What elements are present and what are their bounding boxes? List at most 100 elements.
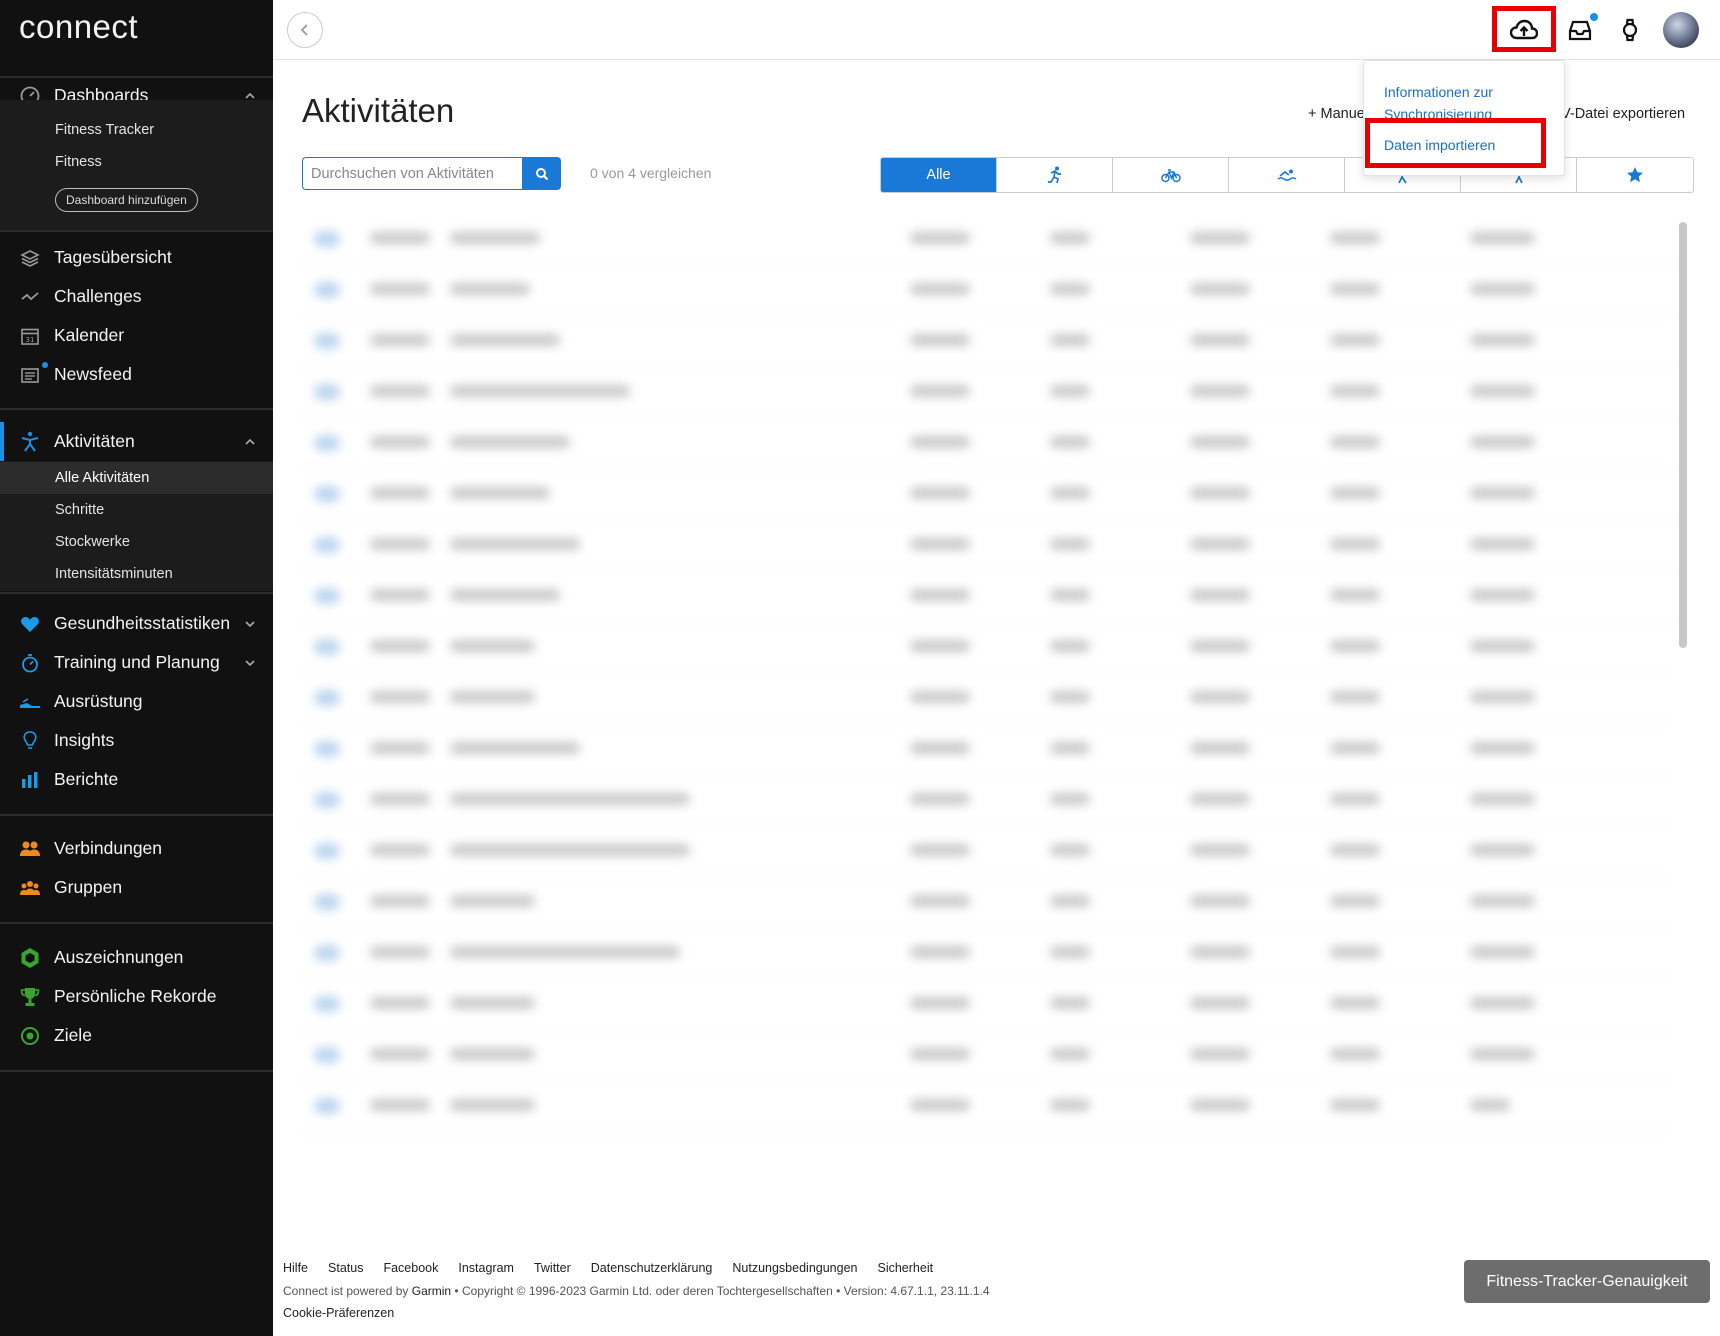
table-row[interactable] bbox=[300, 877, 1670, 928]
search-button[interactable] bbox=[522, 157, 561, 190]
nav-auszeichnungen[interactable]: Auszeichnungen bbox=[0, 938, 273, 977]
avatar[interactable] bbox=[1663, 12, 1699, 48]
nav-label: Insights bbox=[54, 730, 115, 750]
table-row[interactable] bbox=[300, 775, 1670, 826]
divider bbox=[0, 408, 273, 410]
nav-tagesuebersicht[interactable]: Tagesübersicht bbox=[0, 238, 273, 277]
footer-link-twitter[interactable]: Twitter bbox=[534, 1261, 571, 1275]
sub-item-fitness-tracker[interactable]: Fitness Tracker bbox=[0, 114, 273, 146]
filter-running-button[interactable] bbox=[997, 158, 1113, 192]
nav-verbindungen[interactable]: Verbindungen bbox=[0, 829, 273, 868]
divider bbox=[0, 230, 273, 232]
sub-item-alle-aktivitaeten[interactable]: Alle Aktivitäten bbox=[0, 462, 273, 494]
sidebar: connect Dashboards Fitness Tracker Fitne… bbox=[0, 0, 273, 1336]
heart-icon bbox=[19, 613, 41, 635]
table-row[interactable] bbox=[300, 418, 1670, 469]
footer-links: Hilfe Status Facebook Instagram Twitter … bbox=[283, 1261, 933, 1275]
nav-berichte[interactable]: Berichte bbox=[0, 760, 273, 799]
nav-insights[interactable]: Insights bbox=[0, 721, 273, 760]
nav-label: Persönliche Rekorde bbox=[54, 986, 217, 1006]
nav-label: Aktivitäten bbox=[54, 431, 135, 451]
filter-favorites-button[interactable] bbox=[1577, 158, 1693, 192]
table-row[interactable] bbox=[300, 979, 1670, 1030]
table-row[interactable] bbox=[300, 316, 1670, 367]
nav-ziele[interactable]: Ziele bbox=[0, 1016, 273, 1055]
table-row[interactable] bbox=[300, 724, 1670, 775]
export-csv-link[interactable]: V-Datei exportieren bbox=[1561, 106, 1685, 122]
chevron-down-icon[interactable] bbox=[242, 655, 258, 671]
nav-gesundheitsstatistiken[interactable]: Gesundheitsstatistiken bbox=[0, 604, 273, 643]
sub-label: Alle Aktivitäten bbox=[55, 470, 150, 486]
table-row[interactable] bbox=[300, 673, 1670, 724]
nav-label: Berichte bbox=[54, 769, 119, 789]
footer-link-sicherheit[interactable]: Sicherheit bbox=[877, 1261, 933, 1275]
activity-list bbox=[300, 214, 1670, 1184]
filter-all-button[interactable]: Alle bbox=[881, 158, 997, 192]
sub-item-intensitaetsminuten[interactable]: Intensitätsminuten bbox=[0, 558, 273, 590]
footer-copyright: Connect ist powered by Garmin • Copyrigh… bbox=[283, 1284, 990, 1298]
nav-kalender[interactable]: 31 Kalender bbox=[0, 316, 273, 355]
sub-label: Fitness Tracker bbox=[55, 122, 155, 138]
table-row[interactable] bbox=[300, 214, 1670, 265]
inbox-icon bbox=[1568, 20, 1592, 41]
svg-text:31: 31 bbox=[26, 336, 35, 344]
divider bbox=[0, 922, 273, 924]
nav-aktivitaeten[interactable]: Aktivitäten bbox=[0, 422, 273, 461]
nav-gruppen[interactable]: Gruppen bbox=[0, 868, 273, 907]
manual-activity-link[interactable]: + Manue bbox=[1308, 106, 1365, 122]
footer-link-status[interactable]: Status bbox=[328, 1261, 363, 1275]
upload-button[interactable] bbox=[1508, 14, 1540, 46]
watch-icon bbox=[1622, 18, 1638, 42]
groups-icon bbox=[19, 877, 41, 899]
inbox-notification-dot bbox=[1590, 13, 1598, 21]
table-row[interactable] bbox=[300, 367, 1670, 418]
table-row[interactable] bbox=[300, 1081, 1670, 1132]
back-button[interactable] bbox=[287, 12, 323, 48]
footer-link-datenschutz[interactable]: Datenschutzerklärung bbox=[591, 1261, 713, 1275]
sub-item-stockwerke[interactable]: Stockwerke bbox=[0, 526, 273, 558]
filter-swimming-button[interactable] bbox=[1229, 158, 1345, 192]
nav-label: Training und Planung bbox=[54, 652, 220, 672]
sub-label: Intensitätsminuten bbox=[55, 566, 173, 582]
table-row[interactable] bbox=[300, 622, 1670, 673]
filter-cycling-button[interactable] bbox=[1113, 158, 1229, 192]
activity-search-input[interactable] bbox=[302, 157, 522, 190]
cookie-preferences-link[interactable]: Cookie-Präferenzen bbox=[283, 1306, 394, 1320]
nav-challenges[interactable]: Challenges bbox=[0, 277, 273, 316]
footer-link-hilfe[interactable]: Hilfe bbox=[283, 1261, 308, 1275]
table-row[interactable] bbox=[300, 265, 1670, 316]
compare-count: 0 von 4 vergleichen bbox=[590, 165, 712, 181]
sub-item-schritte[interactable]: Schritte bbox=[0, 494, 273, 526]
sub-item-fitness[interactable]: Fitness bbox=[0, 146, 273, 178]
connect-logo[interactable]: connect bbox=[19, 8, 138, 46]
table-row[interactable] bbox=[300, 928, 1670, 979]
lightbulb-icon bbox=[19, 730, 41, 752]
nav-label: Kalender bbox=[54, 325, 125, 345]
device-button[interactable] bbox=[1614, 14, 1646, 46]
table-row[interactable] bbox=[300, 1030, 1670, 1081]
nav-label: Auszeichnungen bbox=[54, 947, 184, 967]
footer-link-nutzungsbedingungen[interactable]: Nutzungsbedingungen bbox=[732, 1261, 857, 1275]
nav-training-und-planung[interactable]: Training und Planung bbox=[0, 643, 273, 682]
chevron-up-icon[interactable] bbox=[242, 434, 258, 450]
add-dashboard-button[interactable]: Dashboard hinzufügen bbox=[55, 188, 198, 212]
footer-link-instagram[interactable]: Instagram bbox=[458, 1261, 514, 1275]
nav-newsfeed[interactable]: Newsfeed bbox=[0, 355, 273, 394]
table-row[interactable] bbox=[300, 826, 1670, 877]
table-row[interactable] bbox=[300, 571, 1670, 622]
footer-link-facebook[interactable]: Facebook bbox=[383, 1261, 438, 1275]
fitness-tracker-accuracy-button[interactable]: Fitness-Tracker-Genauigkeit bbox=[1464, 1260, 1710, 1303]
table-row[interactable] bbox=[300, 520, 1670, 571]
table-row[interactable] bbox=[300, 469, 1670, 520]
chevron-down-icon[interactable] bbox=[242, 616, 258, 632]
garmin-link[interactable]: Garmin bbox=[412, 1284, 451, 1298]
list-scrollbar[interactable] bbox=[1679, 222, 1687, 648]
challenge-icon bbox=[19, 286, 41, 308]
nav-label: Gesundheitsstatistiken bbox=[54, 613, 231, 633]
nav-ausruestung[interactable]: Ausrüstung bbox=[0, 682, 273, 721]
back-icon bbox=[300, 24, 308, 36]
sub-label: Stockwerke bbox=[55, 534, 130, 550]
nav-persoenliche-rekorde[interactable]: Persönliche Rekorde bbox=[0, 977, 273, 1016]
calendar-icon: 31 bbox=[19, 325, 41, 347]
star-icon bbox=[1627, 167, 1643, 183]
